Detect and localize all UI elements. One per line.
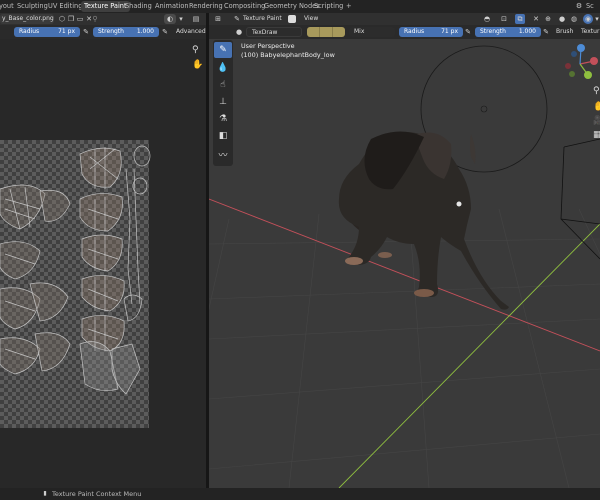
vp-radius-label: Radius bbox=[404, 28, 425, 35]
workspace-bar: yout Sculpting UV Editing Texture Paint … bbox=[0, 0, 600, 13]
object-label: (100) BabyelephantBody_low bbox=[241, 51, 335, 59]
strength-pressure-icon[interactable]: ✎ bbox=[161, 27, 169, 37]
vp-zoom-icon[interactable]: ⚲ bbox=[593, 86, 600, 96]
strength-value: 1.000 bbox=[136, 28, 154, 35]
brush-menu[interactable]: Brush bbox=[551, 27, 579, 37]
strength-field[interactable]: Strength 1.000 bbox=[93, 27, 159, 37]
overlay-icon[interactable]: ⊡ bbox=[499, 14, 509, 24]
new-image-icon[interactable]: ❐ bbox=[67, 14, 75, 24]
vp-radius-value: 71 px bbox=[441, 28, 458, 35]
soften-tool-icon[interactable]: 💧 bbox=[214, 60, 232, 76]
3d-viewport[interactable]: User Perspective (100) BabyelephantBody_… bbox=[209, 39, 600, 488]
slot-icon[interactable]: ▤ bbox=[190, 14, 202, 24]
view-menu[interactable]: View bbox=[299, 14, 329, 24]
image-name-field[interactable]: y_Base_color.png bbox=[0, 14, 54, 24]
scene-label[interactable]: Sc bbox=[583, 1, 597, 12]
wireframe-shading-icon[interactable]: ⊕ bbox=[543, 14, 553, 24]
brush-color-swatch[interactable] bbox=[307, 27, 345, 37]
display-channels-icon[interactable]: ◐ bbox=[164, 14, 176, 24]
zoom-icon[interactable]: ⚲ bbox=[192, 45, 199, 55]
mask-tool-icon[interactable]: ◧ bbox=[214, 128, 232, 144]
tab-uv-editing[interactable]: UV Editing bbox=[45, 1, 85, 12]
clone-tool-icon[interactable]: ⊥ bbox=[214, 94, 232, 110]
vp-strength-label: Strength bbox=[480, 28, 506, 35]
mode-dropdown[interactable]: Texture Paint bbox=[241, 14, 293, 24]
radius-field[interactable]: Radius 71 px bbox=[14, 27, 80, 37]
viewport-header: ⊞ ✎ Texture Paint View ◓ ⊡ ⧉ ✕ ⊕ ● ◍ ◉ ▾ bbox=[209, 13, 600, 25]
vp-strength-value: 1.000 bbox=[518, 28, 536, 35]
radius-value: 71 px bbox=[58, 28, 75, 35]
open-image-icon[interactable]: ▭ bbox=[76, 14, 84, 24]
pressure-icon[interactable]: ✎ bbox=[82, 27, 90, 37]
mouse-icon: ▮ bbox=[43, 490, 47, 497]
shading-dropdown-icon[interactable]: ▾ bbox=[594, 14, 600, 24]
vp-pan-hand-icon[interactable]: ✋ bbox=[593, 102, 600, 112]
object-type-icon[interactable]: ◓ bbox=[481, 14, 493, 24]
brush-name-field[interactable]: TexDraw bbox=[246, 27, 302, 37]
pin-icon[interactable]: ⚲ bbox=[90, 14, 100, 24]
editor-type-icon[interactable]: ⊞ bbox=[213, 14, 223, 24]
rendered-shading-icon[interactable]: ◉ bbox=[583, 14, 593, 24]
perspective-toggle-icon[interactable]: ▦ bbox=[593, 130, 600, 140]
toggle-xray-icon[interactable]: ⧉ bbox=[515, 14, 525, 24]
add-workspace-button[interactable]: + bbox=[343, 1, 355, 12]
elephant-model bbox=[338, 131, 509, 310]
radius-label: Radius bbox=[19, 28, 40, 35]
tab-scripting[interactable]: Scripting bbox=[311, 1, 346, 12]
viewport-scene bbox=[209, 45, 600, 488]
brush-dot-icon[interactable]: ● bbox=[235, 27, 243, 37]
image-editor-tool-settings: Radius 71 px ✎ Strength 1.000 ✎ Advanced bbox=[0, 25, 206, 39]
solid-shading-icon[interactable]: ● bbox=[557, 14, 567, 24]
advanced-dropdown[interactable]: Advanced bbox=[171, 27, 206, 37]
texture-menu[interactable]: Textur bbox=[579, 27, 600, 37]
perspective-label: User Perspective bbox=[241, 42, 295, 50]
vp-radius-field[interactable]: Radius 71 px bbox=[399, 27, 463, 37]
chevron-down-icon[interactable]: ▾ bbox=[177, 14, 185, 24]
tab-rendering[interactable]: Rendering bbox=[186, 1, 226, 12]
gizmo-icon[interactable]: ✕ bbox=[531, 14, 541, 24]
strength-label: Strength bbox=[98, 28, 124, 35]
vp-strength-pressure-icon[interactable]: ✎ bbox=[542, 27, 550, 37]
material-shading-icon[interactable]: ◍ bbox=[569, 14, 579, 24]
fill-tool-icon[interactable]: ⚗ bbox=[214, 111, 232, 127]
draw-tool-icon[interactable]: ✎ bbox=[214, 42, 232, 58]
context-menu-hint: Texture Paint Context Menu bbox=[52, 490, 142, 498]
vp-pressure-icon[interactable]: ✎ bbox=[464, 27, 472, 37]
blend-mode-dropdown[interactable]: Mix bbox=[349, 27, 395, 37]
smear-tool-icon[interactable]: ☝ bbox=[214, 77, 232, 93]
uv-wireframe bbox=[0, 145, 151, 395]
viewport-tool-settings: ● TexDraw Mix Radius 71 px ✎ Strength 1.… bbox=[209, 25, 600, 39]
fake-user-icon[interactable]: ⬡ bbox=[58, 14, 66, 24]
navigation-gizmo[interactable] bbox=[560, 44, 600, 84]
annotate-tool-icon[interactable]: 〰 bbox=[214, 148, 232, 164]
image-editor-header: y_Base_color.png ⬡ ❐ ▭ ✕ ⚲ ◐ ▾ ▤ bbox=[0, 13, 206, 25]
uv-editor-area[interactable]: ⚲ ✋ bbox=[0, 39, 206, 488]
vp-strength-field[interactable]: Strength 1.000 bbox=[475, 27, 541, 37]
camera-view-icon[interactable]: 🎥 bbox=[593, 116, 600, 126]
status-bar: ▮ Texture Paint Context Menu bbox=[0, 488, 600, 500]
mask-toggle-icon[interactable] bbox=[288, 15, 296, 23]
pan-hand-icon[interactable]: ✋ bbox=[192, 60, 203, 70]
tab-shading[interactable]: Shading bbox=[122, 1, 155, 12]
